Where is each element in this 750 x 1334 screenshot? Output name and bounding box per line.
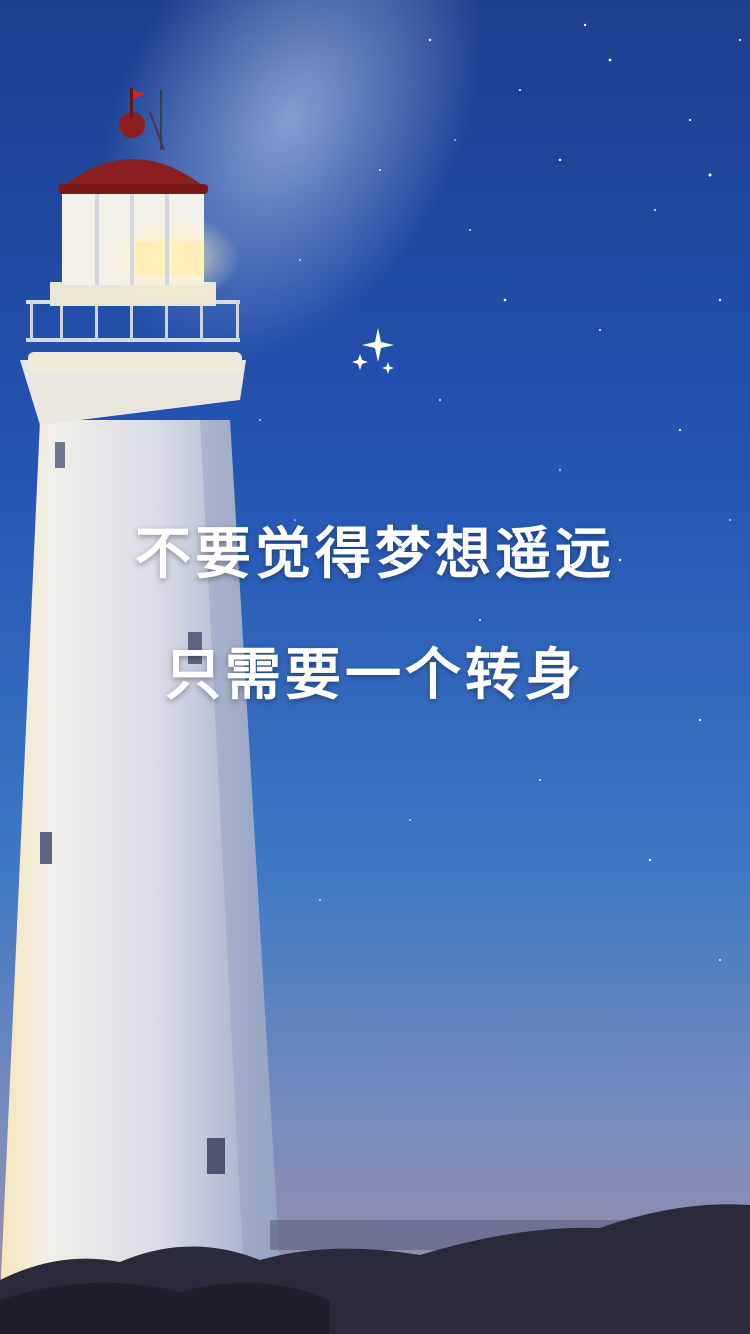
quote-line-2: 只需要一个转身	[165, 643, 585, 708]
quote-line-1: 不要觉得梦想遥远	[135, 522, 615, 587]
wallpaper-scene: 不要觉得梦想遥远 只需要一个转身	[0, 0, 750, 1334]
sparkle-icon	[352, 328, 394, 374]
